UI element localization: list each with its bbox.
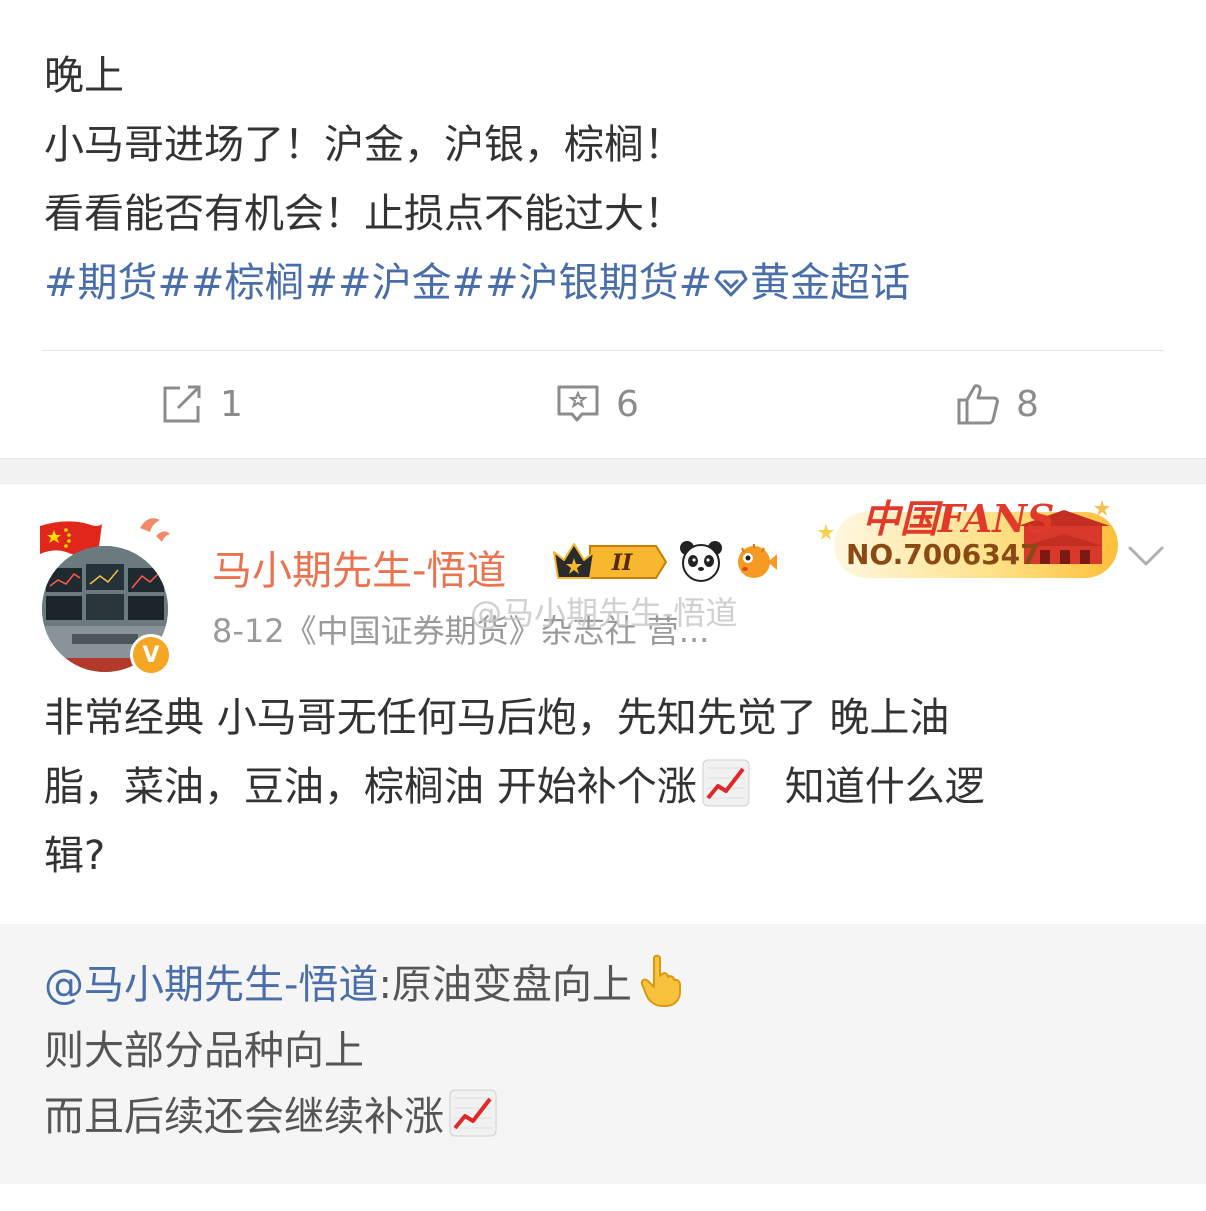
- diamond-icon: [714, 270, 748, 297]
- post-text-line: 非常经典 小马哥无任何马后炮，先知先觉了 晚上油: [44, 695, 950, 741]
- pointing-up-icon: [640, 954, 681, 1007]
- post-2: V 马小期先生-悟道 II 8-12《中国证券期货》杂志社 营... @马小期先…: [0, 484, 1206, 1211]
- post-text-line: 晚上: [44, 53, 124, 99]
- comment-button[interactable]: 6: [556, 352, 639, 456]
- repost-text: @马小期先生-悟道:原油变盘向上 则大部分品种向上 而且后续还会继续补涨: [44, 952, 1164, 1150]
- crown-icon[interactable]: II: [552, 538, 670, 584]
- post-2-text: 非常经典 小马哥无任何马后炮，先知先觉了 晚上油 脂，菜油，豆油，棕榈油 开始补…: [44, 684, 1174, 891]
- repost-count: 1: [220, 383, 243, 425]
- divider: [42, 350, 1164, 351]
- level-badge-text: II: [611, 550, 633, 576]
- chart-increasing-icon: [449, 1089, 497, 1137]
- user-badges: II: [552, 538, 778, 584]
- avatar-container[interactable]: V: [36, 504, 176, 676]
- chart-increasing-icon: [702, 759, 750, 807]
- repost-line: 而且后续还会继续补涨: [44, 1084, 1164, 1150]
- action-bar: 1 6 8: [0, 352, 1206, 456]
- reposted-content[interactable]: @马小期先生-悟道:原油变盘向上 则大部分品种向上 而且后续还会继续补涨: [0, 924, 1206, 1184]
- repost-text-segment: 而且后续还会继续补涨: [44, 1094, 444, 1140]
- post-1-text: 晚上 小马哥进场了！沪金，沪银，棕榈！ 看看能否有机会！止损点不能过大！ #期货…: [44, 42, 1164, 318]
- comment-icon: [557, 385, 599, 422]
- post-text-line: 辑?: [44, 833, 106, 879]
- like-icon: [957, 384, 999, 425]
- comment-count: 6: [616, 383, 639, 425]
- fans-badge-number: NO.7006347: [846, 538, 1040, 571]
- post-text-segment: 知道什么逻: [784, 764, 985, 810]
- hashtag-line[interactable]: #期货##棕榈##沪金##沪银期货# 黄金超话: [44, 249, 1164, 318]
- repost-button[interactable]: 1: [160, 352, 243, 456]
- panda-icon[interactable]: [678, 538, 724, 584]
- fans-badge[interactable]: 中国FANS NO.7006347: [812, 484, 1124, 584]
- repost-text-segment: :原油变盘向上: [378, 962, 632, 1008]
- verified-badge: V: [130, 634, 172, 676]
- chevron-down-icon[interactable]: [1124, 534, 1168, 578]
- post-text-line: 小马哥进场了！沪金，沪银，棕榈！: [44, 122, 684, 168]
- watermark: @马小期先生-悟道: [470, 594, 738, 632]
- mention-link[interactable]: @马小期先生-悟道: [44, 962, 378, 1008]
- fans-badge-title: 中国FANS: [862, 496, 1055, 541]
- username[interactable]: 马小期先生-悟道: [212, 538, 506, 596]
- like-button[interactable]: 8: [956, 352, 1039, 456]
- post-text-line: 看看能否有机会！止损点不能过大！: [44, 191, 684, 237]
- repost-line: @马小期先生-悟道:原油变盘向上: [44, 952, 1164, 1018]
- post-text-line: 脂，菜油，豆油，棕榈油 开始补个涨 知道什么逻: [44, 753, 1174, 822]
- super-topic-link[interactable]: 黄金超话: [750, 260, 910, 306]
- post-text-segment: 脂，菜油，豆油，棕榈油 开始补个涨: [44, 764, 697, 810]
- post-1: 晚上 小马哥进场了！沪金，沪银，棕榈！ 看看能否有机会！止损点不能过大！ #期货…: [0, 0, 1206, 458]
- hashtags[interactable]: #期货##棕榈##沪金##沪银期货#: [44, 260, 712, 306]
- like-count: 8: [1016, 383, 1039, 425]
- repost-icon: [163, 385, 201, 423]
- repost-line: 则大部分品种向上: [44, 1028, 364, 1074]
- pufferfish-icon[interactable]: [732, 538, 778, 584]
- feed-separator: [0, 458, 1206, 484]
